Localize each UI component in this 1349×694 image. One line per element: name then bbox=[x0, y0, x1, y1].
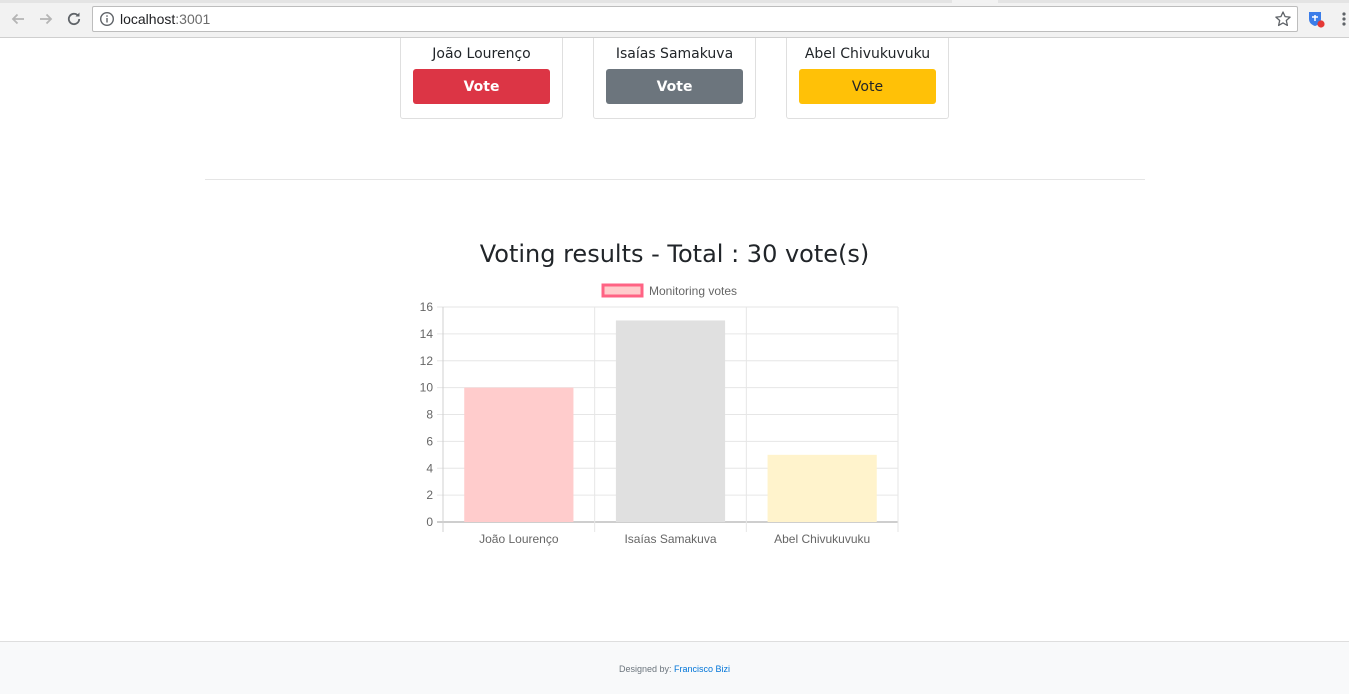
legend-label: Monitoring votes bbox=[649, 284, 737, 298]
x-tick-label: Abel Chivukuvuku bbox=[774, 532, 870, 546]
y-tick-label: 6 bbox=[426, 434, 433, 448]
y-tick-label: 16 bbox=[420, 300, 434, 314]
vote-button-abel[interactable]: Vote bbox=[799, 69, 936, 104]
y-tick-label: 14 bbox=[420, 327, 434, 341]
reload-icon[interactable] bbox=[64, 9, 84, 29]
url-text: localhost:3001 bbox=[120, 11, 210, 27]
bar bbox=[767, 454, 877, 522]
active-tab[interactable] bbox=[952, 0, 998, 3]
vote-button-isaias[interactable]: Vote bbox=[606, 69, 743, 104]
y-tick-label: 2 bbox=[426, 488, 433, 502]
bookmark-star-icon[interactable] bbox=[1274, 10, 1292, 28]
x-tick-label: João Lourenço bbox=[479, 532, 559, 546]
footer-credit: Designed by: Francisco Bizi bbox=[0, 664, 1349, 674]
url-host: localhost bbox=[120, 11, 176, 27]
x-tick-label: Isaías Samakuva bbox=[624, 532, 716, 546]
candidate-name: Abel Chivukuvuku bbox=[804, 46, 931, 62]
author-link[interactable]: Francisco Bizi bbox=[674, 664, 730, 674]
results-title: Voting results - Total : 30 vote(s) bbox=[479, 240, 870, 268]
y-tick-label: 0 bbox=[426, 515, 433, 529]
bar bbox=[464, 387, 574, 522]
y-tick-label: 12 bbox=[420, 354, 434, 368]
browser-toolbar: localhost:3001 bbox=[0, 0, 1349, 38]
bar bbox=[615, 320, 726, 522]
footer-prefix: Designed by: bbox=[618, 664, 672, 674]
votes-bar-chart: 0 2 4 6 8 10 12 14 16 João Lourenço Isaías Samakuv… bbox=[420, 283, 899, 546]
forward-icon[interactable] bbox=[36, 9, 56, 29]
candidate-list: João Lourenço Vote Isaías Samakuva Vote … bbox=[0, 38, 1349, 120]
candidate-card: Isaías Samakuva Vote bbox=[593, 38, 756, 119]
y-tick-label: 8 bbox=[426, 408, 433, 422]
address-bar[interactable]: localhost:3001 bbox=[92, 6, 1298, 32]
footer: Designed by: Francisco Bizi bbox=[0, 641, 1349, 694]
section-divider bbox=[205, 179, 1145, 180]
vote-button-joao[interactable]: Vote bbox=[413, 69, 550, 104]
candidate-card: João Lourenço Vote bbox=[400, 38, 563, 119]
legend-swatch bbox=[601, 283, 644, 298]
candidate-name: Isaías Samakuva bbox=[615, 46, 734, 62]
tab-strip bbox=[0, 0, 1349, 3]
y-tick-label: 10 bbox=[420, 381, 434, 395]
back-icon[interactable] bbox=[8, 9, 28, 29]
y-tick-label: 4 bbox=[426, 461, 433, 475]
more-menu-icon[interactable] bbox=[1341, 11, 1347, 27]
info-icon[interactable] bbox=[99, 11, 115, 27]
extension-icon[interactable] bbox=[1306, 9, 1326, 29]
url-port: :3001 bbox=[175, 11, 211, 27]
candidate-name: João Lourenço bbox=[432, 46, 531, 62]
candidate-card: Abel Chivukuvuku Vote bbox=[786, 38, 949, 119]
